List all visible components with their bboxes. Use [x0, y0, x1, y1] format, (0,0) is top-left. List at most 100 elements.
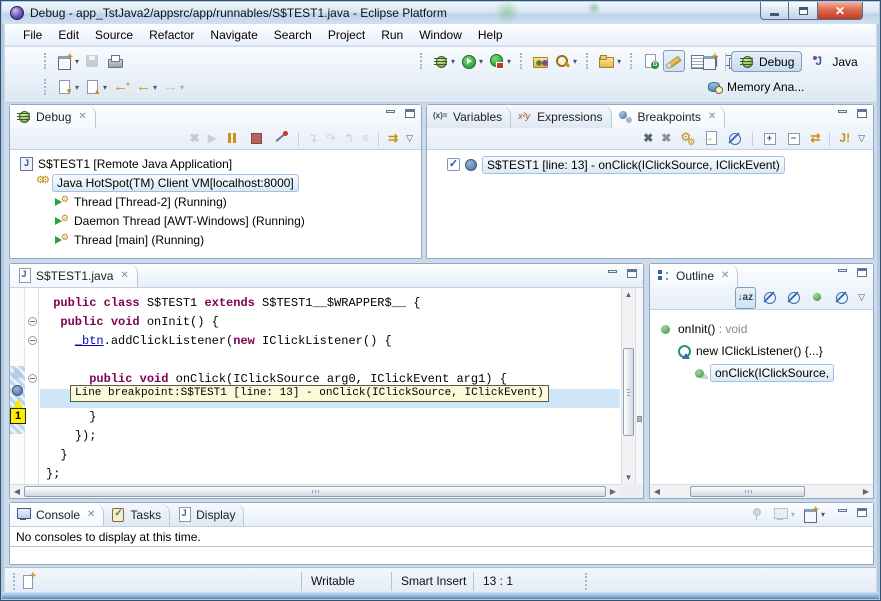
fold-collapse-icon[interactable] [28, 374, 37, 383]
scroll-right-icon[interactable]: ▶ [859, 485, 873, 498]
resume-button[interactable]: ▶ [206, 128, 219, 150]
next-annotation-button[interactable]: ▾ [55, 76, 81, 98]
external-tools-button[interactable]: ▾ [487, 50, 513, 72]
toolbar-grip[interactable] [44, 79, 48, 95]
perspective-memory-analysis[interactable]: Memory Ana... [700, 77, 811, 96]
previous-annotation-button[interactable]: ▾ [83, 76, 109, 98]
menu-file[interactable]: File [15, 26, 50, 44]
hide-non-public-button[interactable] [808, 287, 828, 309]
window-minimize-button[interactable] [760, 2, 789, 20]
toolbar-grip[interactable] [520, 53, 524, 69]
last-edit-location-button[interactable]: ←* [111, 76, 132, 98]
outline-tree-item[interactable]: new IClickListener() {...} [650, 340, 873, 362]
maximize-view-button[interactable] [855, 268, 868, 279]
toolbar-grip[interactable] [586, 53, 590, 69]
dropdown-icon[interactable]: ▾ [507, 57, 511, 66]
tab-console[interactable]: Console✕ [10, 503, 104, 526]
minimize-view-button[interactable] [836, 508, 849, 519]
add-java-exception-breakpoint-button[interactable]: J! [837, 128, 852, 150]
debug-button[interactable]: ▾ [431, 50, 457, 72]
open-perspective-button[interactable] [700, 51, 720, 73]
editor-vertical-scrollbar[interactable]: ▲ ▼ [621, 288, 635, 484]
code-line[interactable]: public class S$TEST1 extends S$TEST1__$W… [46, 294, 620, 313]
overview-marker[interactable] [637, 416, 642, 422]
window-maximize-button[interactable] [789, 2, 818, 20]
minimize-view-button[interactable] [836, 109, 849, 120]
scroll-left-icon[interactable]: ◀ [10, 485, 24, 498]
tab-tasks[interactable]: Tasks [104, 503, 170, 526]
pin-console-button[interactable] [747, 504, 767, 526]
drop-to-frame-button[interactable]: ≡ [360, 128, 371, 150]
maximize-view-button[interactable] [855, 508, 868, 519]
breakpoint-checkbox[interactable]: ✓ [447, 158, 460, 171]
dropdown-icon[interactable]: ▾ [617, 57, 621, 66]
view-menu-button[interactable]: ▽ [856, 287, 867, 309]
collapse-all-button[interactable]: − [784, 128, 804, 150]
code-line[interactable] [46, 351, 620, 370]
terminate-button[interactable] [247, 128, 267, 150]
hide-local-types-button[interactable] [832, 287, 852, 309]
menu-run[interactable]: Run [373, 26, 411, 44]
last-edit-annotation-button[interactable] [641, 50, 661, 72]
close-icon[interactable]: ✕ [87, 509, 95, 520]
remove-breakpoint-button[interactable]: ✖ [641, 128, 655, 150]
toolbar-grip[interactable] [44, 53, 48, 69]
step-return-button[interactable]: ↰ [342, 128, 356, 150]
perspective-debug[interactable]: Debug [731, 51, 802, 72]
use-step-filters-button[interactable]: ⇉ [386, 128, 400, 150]
sort-button[interactable]: ↓az [735, 287, 757, 309]
editor-tab[interactable]: S$TEST1.java ✕ [10, 264, 138, 287]
tab-variables[interactable]: Variables [427, 105, 511, 128]
dropdown-icon[interactable]: ▾ [153, 83, 157, 92]
dropdown-icon[interactable]: ▾ [479, 57, 483, 66]
maximize-view-button[interactable] [625, 269, 638, 280]
tab-outline[interactable]: Outline ✕ [650, 264, 738, 287]
window-close-button[interactable]: ✕ [818, 2, 863, 20]
tab-debug-view[interactable]: Debug ✕ [10, 105, 96, 128]
overview-ruler[interactable] [635, 288, 643, 484]
code-line[interactable]: _btn.addClickListener(new IClickListener… [46, 332, 620, 351]
menu-navigate[interactable]: Navigate [202, 26, 265, 44]
code-editor[interactable]: public class S$TEST1 extends S$TEST1__$W… [40, 288, 620, 484]
forward-button[interactable]: →▾ [161, 76, 186, 98]
breakpoint-item[interactable]: ✓S$TEST1 [line: 13] - onClick(IClickSour… [427, 155, 873, 174]
perspective-java[interactable]: Java [805, 52, 864, 71]
step-into-button[interactable]: ↴ [306, 128, 320, 150]
menu-help[interactable]: Help [470, 26, 511, 44]
scroll-up-icon[interactable]: ▲ [622, 288, 635, 301]
code-line[interactable]: } [46, 408, 620, 427]
code-line[interactable]: } [46, 446, 620, 465]
toolbar-grip[interactable] [630, 53, 634, 69]
show-supported-breakpoints-button[interactable] [677, 128, 697, 150]
menu-search[interactable]: Search [266, 26, 320, 44]
hide-static-members-button[interactable] [784, 287, 804, 309]
search-button[interactable]: ▾ [553, 50, 579, 72]
outline-horizontal-scrollbar[interactable]: ◀ ▶ [650, 484, 873, 498]
back-button[interactable]: ←▾ [134, 76, 159, 98]
fold-collapse-icon[interactable] [28, 336, 37, 345]
dropdown-icon[interactable]: ▾ [573, 57, 577, 66]
mark-occurrences-button[interactable] [663, 50, 685, 72]
menu-window[interactable]: Window [411, 26, 470, 44]
menu-refactor[interactable]: Refactor [141, 26, 202, 44]
scroll-left-icon[interactable]: ◀ [650, 485, 664, 498]
close-icon[interactable]: ✕ [721, 270, 729, 281]
view-menu-button[interactable]: ▽ [404, 128, 415, 150]
maximize-view-button[interactable] [403, 109, 416, 120]
debug-tree-item[interactable]: Thread [Thread-2] (Running) [10, 192, 421, 211]
outline-tree-item[interactable]: onInit() : void [650, 318, 873, 340]
remove-all-breakpoints-button[interactable]: ✖ [659, 128, 673, 150]
tab-expressions[interactable]: Expressions [511, 105, 611, 128]
editor-status-icon[interactable] [21, 574, 37, 589]
title-bar[interactable]: Debug - app_TstJava2/appsrc/app/runnable… [2, 2, 879, 24]
debug-tree-item[interactable]: S$TEST1 [Remote Java Application] [10, 154, 421, 173]
scroll-right-icon[interactable]: ▶ [606, 485, 620, 498]
disconnect-button[interactable] [271, 128, 291, 150]
code-line[interactable]: public void onInit() { [46, 313, 620, 332]
tab-breakpoints[interactable]: Breakpoints✕ [612, 105, 726, 128]
menu-project[interactable]: Project [320, 26, 373, 44]
vertical-scroll-thumb[interactable] [623, 348, 634, 436]
editor-horizontal-scrollbar[interactable]: ◀ ▶ [10, 484, 620, 498]
minimize-view-button[interactable] [606, 269, 619, 280]
minimize-view-button[interactable] [836, 268, 849, 279]
